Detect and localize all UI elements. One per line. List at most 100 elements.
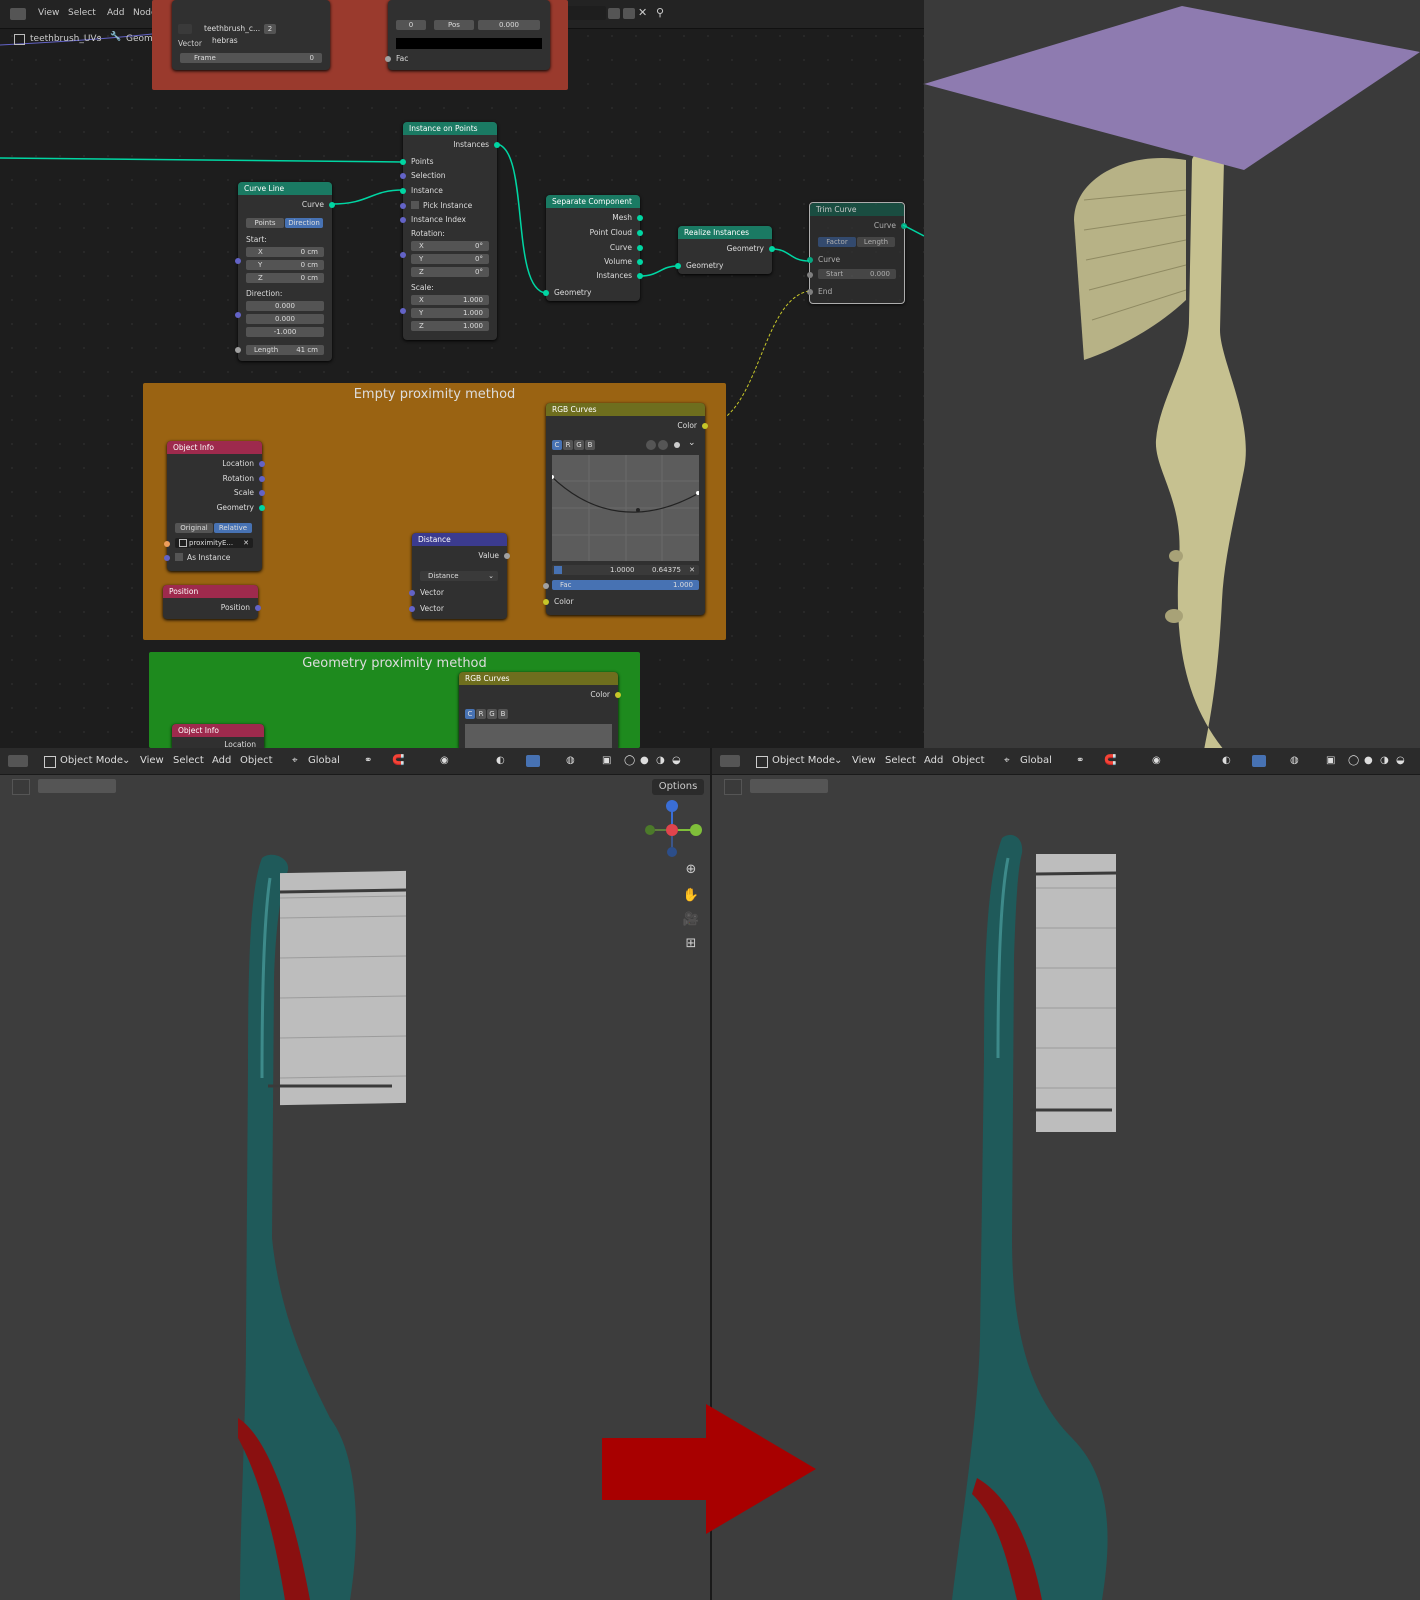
frame-field[interactable]: Frame 0 [180, 53, 322, 63]
rotation-y[interactable]: Y 0° [411, 254, 489, 264]
pivot-icon[interactable]: ⚭ [1076, 755, 1084, 766]
menu-add[interactable]: Add [924, 755, 943, 766]
socket-scale[interactable] [400, 308, 406, 314]
socket-out-color[interactable] [615, 692, 621, 698]
gizmo-icon[interactable] [1252, 755, 1266, 767]
material-shading-icon[interactable]: ◑ [1380, 755, 1389, 766]
pin-icon[interactable]: ⚲ [656, 6, 664, 19]
overlay-icon[interactable]: ◍ [1290, 755, 1299, 766]
as-instance-checkbox[interactable] [175, 553, 183, 561]
socket-instances[interactable] [637, 273, 643, 279]
channel-r[interactable]: R [476, 709, 486, 719]
node-header[interactable]: Trim Curve [810, 203, 904, 216]
point-x-value[interactable]: 1.0000 [610, 565, 635, 575]
menu-view[interactable]: View [140, 755, 164, 766]
editor-type-icon[interactable] [8, 755, 28, 767]
socket-start[interactable] [235, 258, 241, 264]
socket-start[interactable] [807, 272, 813, 278]
direction-z[interactable]: -1.000 [246, 327, 324, 337]
proportional-edit-icon[interactable]: ◉ [440, 755, 449, 766]
channel-b[interactable]: B [498, 709, 508, 719]
menu-object[interactable]: Object [952, 755, 985, 766]
menu-select[interactable]: Select [173, 755, 204, 766]
socket-points[interactable] [400, 159, 406, 165]
socket-fac[interactable] [543, 583, 549, 589]
socket-out-curve[interactable] [329, 202, 335, 208]
node-header[interactable]: RGB Curves [459, 672, 618, 685]
socket-instance-index[interactable] [400, 217, 406, 223]
mode-relative[interactable]: Relative [214, 523, 252, 533]
select-tool-icon[interactable] [724, 779, 742, 795]
socket-in-geometry[interactable] [675, 263, 681, 269]
direction-y[interactable]: 0.000 [246, 314, 324, 324]
menu-select[interactable]: Select [885, 755, 916, 766]
pivot-icon[interactable]: ⚭ [364, 755, 372, 766]
start-z[interactable]: Z 0 cm [246, 273, 324, 283]
rotation-z[interactable]: Z 0° [411, 267, 489, 277]
start-field[interactable]: Start 0.000 [818, 269, 896, 279]
menu-object[interactable]: Object [240, 755, 273, 766]
node-curve-line[interactable]: Curve Line Curve Points Direction Start:… [235, 182, 335, 361]
node-header[interactable]: Distance [412, 533, 507, 546]
pick-instance-checkbox[interactable] [411, 201, 419, 209]
socket-vector-a[interactable] [409, 590, 415, 596]
length-field[interactable]: Length 41 cm [246, 345, 324, 355]
ramp-color-bar[interactable] [396, 38, 542, 49]
handle-type-icon[interactable] [674, 442, 680, 448]
duplicate-icon[interactable] [623, 8, 635, 19]
rotation-x[interactable]: X 0° [411, 241, 489, 251]
socket-position[interactable] [255, 605, 261, 611]
node-header[interactable]: RGB Curves [546, 403, 705, 416]
overlay-icon[interactable]: ◍ [566, 755, 575, 766]
select-tool-icon[interactable] [12, 779, 30, 795]
channel-c[interactable]: C [552, 440, 562, 450]
mode-factor[interactable]: Factor [818, 237, 856, 247]
socket-out-curve[interactable] [901, 223, 907, 229]
curve-graph[interactable] [552, 455, 699, 561]
node-trim-curve[interactable]: Trim Curve Curve Factor Length Curve Sta… [807, 202, 907, 304]
socket-in-color[interactable] [543, 599, 549, 605]
socket-mesh[interactable] [637, 215, 643, 221]
snap-icon[interactable]: 🧲 [1104, 755, 1116, 766]
point-y-value[interactable]: 0.64375 [652, 565, 681, 575]
node-realize-instances[interactable]: Realize Instances Geometry Geometry [675, 226, 775, 274]
visibility-icon[interactable]: ◐ [496, 755, 505, 766]
gizmo-icon[interactable] [526, 755, 540, 767]
node-header[interactable]: Realize Instances [678, 226, 772, 239]
distance-mode-select[interactable]: Distance ⌄ [420, 571, 498, 581]
socket-end[interactable] [807, 289, 813, 295]
mode-select[interactable]: Object Mode [772, 755, 835, 766]
ramp-index[interactable]: 0 [396, 20, 426, 30]
xray-icon[interactable]: ▣ [1326, 755, 1335, 766]
scale-x[interactable]: X 1.000 [411, 295, 489, 305]
start-x[interactable]: X 0 cm [246, 247, 324, 257]
node-color-ramp[interactable]: 0 Pos 0.000 Fac [385, 0, 550, 70]
vector-handle-icon[interactable] [554, 566, 562, 574]
socket-location[interactable] [259, 461, 265, 467]
selection-mode-buttons[interactable] [750, 779, 828, 793]
socket-geometry-in[interactable] [543, 290, 549, 296]
breadcrumb-object[interactable]: teethbrush_UVs [30, 34, 101, 44]
socket-object[interactable] [164, 541, 170, 547]
node-rgb-curves[interactable]: RGB Curves Color C R G B ⌄ 1.0000 0.6437… [543, 403, 708, 615]
node-image-info[interactable]: teethbrush_c... 2 Vector hebras Frame 0 [172, 0, 330, 70]
node-header[interactable]: Position [163, 585, 258, 598]
orientation-select[interactable]: Global [308, 755, 340, 766]
socket-rotation[interactable] [400, 252, 406, 258]
socket-vector-b[interactable] [409, 606, 415, 612]
rendered-shading-icon[interactable]: ◒ [1396, 755, 1405, 766]
editor-type-icon[interactable] [720, 755, 740, 767]
socket-volume[interactable] [637, 259, 643, 265]
menu-add[interactable]: Add [107, 8, 124, 18]
socket-out-color[interactable] [702, 423, 708, 429]
solid-shading-icon[interactable]: ● [1364, 755, 1373, 766]
menu-view[interactable]: View [38, 8, 59, 18]
zoom-out-icon[interactable] [658, 440, 668, 450]
channel-g[interactable]: G [574, 440, 584, 450]
menu-add[interactable]: Add [212, 755, 231, 766]
node-separate-component[interactable]: Separate Component Mesh Point Cloud Curv… [543, 195, 643, 301]
wireframe-shading-icon[interactable]: ◯ [1348, 755, 1359, 766]
users-count[interactable]: 2 [264, 24, 276, 34]
node-object-info[interactable]: Object Info Location Rotation Scale Geom… [164, 441, 265, 571]
mode-direction[interactable]: Direction [285, 218, 323, 228]
